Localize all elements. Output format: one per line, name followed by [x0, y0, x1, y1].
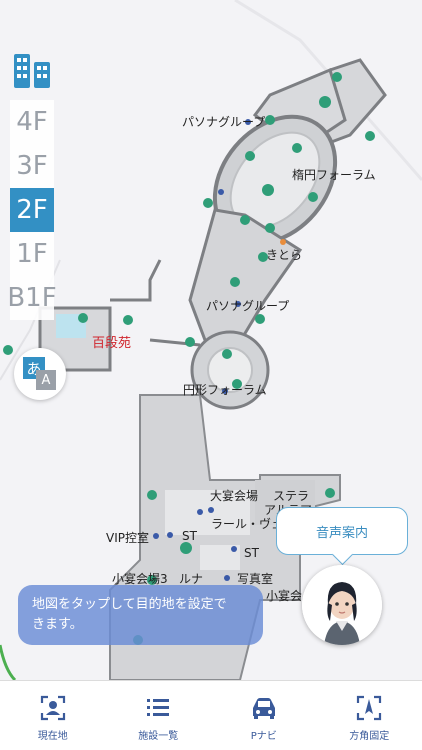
- map-label-circle-forum[interactable]: 円形フォーラム: [183, 381, 267, 398]
- nav-facility-list[interactable]: 施設一覧: [106, 681, 212, 750]
- list-icon: [143, 693, 173, 723]
- nav-label-fixed-direction: 方角固定: [349, 731, 390, 742]
- map-label-grand-banquet[interactable]: 大宴会場: [210, 487, 258, 504]
- floor-button-3f[interactable]: 3F: [10, 144, 54, 188]
- building-icon: [10, 48, 54, 92]
- compass-icon: [354, 693, 384, 723]
- voice-guide-bubble[interactable]: 音声案内: [276, 507, 408, 555]
- map-label-st-2[interactable]: ST: [244, 546, 259, 560]
- map-label-st-1[interactable]: ST: [182, 529, 197, 543]
- floor-list: 4F 3F 2F 1F B1F: [7, 100, 57, 320]
- floor-selector: 4F 3F 2F 1F B1F: [7, 48, 57, 320]
- floor-button-2f[interactable]: 2F: [10, 188, 54, 232]
- floor-button-1f[interactable]: 1F: [10, 232, 54, 276]
- map-label-hyakudanen[interactable]: 百段苑: [92, 332, 131, 351]
- map-label-lara-vega[interactable]: ラール・ヴェ: [211, 515, 283, 532]
- map-label-pasona-group-mid[interactable]: パソナグループ: [206, 297, 289, 314]
- hint-toast[interactable]: 地図をタップして目的地を設定で きます。: [18, 585, 263, 645]
- map-label-vip-room[interactable]: VIP控室: [106, 529, 149, 546]
- bottom-nav: 現在地 施設一覧 Pナビ 方角固定: [0, 680, 422, 750]
- avatar-character-icon: [302, 565, 382, 645]
- language-icon: あ A: [23, 357, 57, 391]
- current-location-icon: [38, 693, 68, 723]
- nav-label-current-location: 現在地: [37, 731, 68, 742]
- nav-p-navi[interactable]: Pナビ: [211, 681, 317, 750]
- language-icon-secondary: A: [36, 370, 56, 390]
- car-icon: [249, 693, 279, 723]
- map-label-small-banquet[interactable]: 小宴会: [266, 587, 302, 604]
- hint-toast-line2: きます。: [32, 617, 83, 632]
- guide-avatar[interactable]: [302, 565, 382, 645]
- nav-label-p-navi: Pナビ: [250, 731, 277, 742]
- hint-toast-line1: 地図をタップして目的地を設定で: [32, 597, 227, 612]
- map-label-kitora[interactable]: きとら: [266, 246, 302, 263]
- floor-button-b1f[interactable]: B1F: [7, 276, 56, 320]
- nav-current-location[interactable]: 現在地: [0, 681, 106, 750]
- map-label-ellipse-forum[interactable]: 楕円フォーラム: [292, 166, 376, 183]
- floor-button-4f[interactable]: 4F: [10, 100, 54, 144]
- language-button[interactable]: あ A: [14, 348, 66, 400]
- map-label-pasona-group-top[interactable]: パソナグループ: [182, 113, 265, 130]
- voice-guide-label: 音声案内: [315, 525, 368, 541]
- nav-fixed-direction[interactable]: 方角固定: [317, 681, 422, 750]
- nav-label-facility-list: 施設一覧: [138, 731, 179, 742]
